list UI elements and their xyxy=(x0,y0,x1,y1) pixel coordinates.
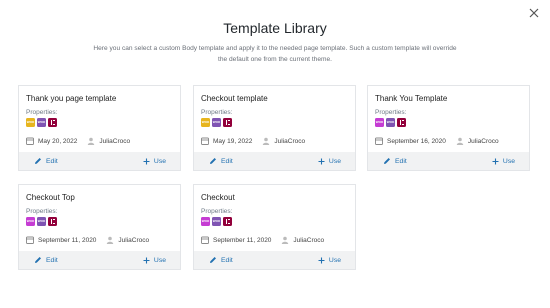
close-icon[interactable] xyxy=(528,7,540,19)
plus-icon xyxy=(318,158,325,164)
properties-label: Properties: xyxy=(26,109,58,116)
template-card: Thank You Template Properties: WOO WOO S… xyxy=(367,85,530,171)
calendar-icon xyxy=(201,137,209,145)
woo-badge-icon: WOO xyxy=(37,217,46,226)
template-author: JuliaCroco xyxy=(274,137,306,145)
woo-badge-icon: WOO xyxy=(201,118,210,127)
property-badges: WOO WOO xyxy=(201,217,232,226)
use-button[interactable]: Use xyxy=(318,158,341,165)
template-date: September 11, 2020 xyxy=(213,236,272,244)
edit-label: Edit xyxy=(221,157,233,165)
card-actions: Edit Use xyxy=(194,152,355,170)
calendar-icon xyxy=(201,236,209,244)
template-card: Checkout template Properties: WOO WOO Ma… xyxy=(193,85,356,171)
template-name: Checkout template xyxy=(201,94,268,103)
plus-icon xyxy=(318,257,325,263)
template-author: JuliaCroco xyxy=(467,137,499,145)
template-name: Checkout xyxy=(201,193,235,202)
template-name: Thank you page template xyxy=(26,94,117,103)
woo-badge-icon: WOO xyxy=(375,118,384,127)
property-badges: WOO WOO xyxy=(375,118,406,127)
user-icon xyxy=(456,137,464,145)
user-icon xyxy=(88,137,95,145)
property-badges: WOO WOO xyxy=(201,118,232,127)
woo-badge-icon: WOO xyxy=(212,217,221,226)
plus-icon xyxy=(492,158,499,164)
plus-icon xyxy=(143,158,150,164)
dialog-description: Here you can select a custom Body templa… xyxy=(93,45,457,63)
use-button[interactable]: Use xyxy=(318,257,341,264)
calendar-icon xyxy=(26,236,34,244)
elementor-badge-icon xyxy=(48,118,57,127)
calendar-icon xyxy=(375,137,383,145)
elementor-badge-icon xyxy=(48,217,57,226)
edit-label: Edit xyxy=(221,256,233,264)
user-icon xyxy=(263,137,270,145)
properties-label: Properties: xyxy=(375,109,407,116)
edit-button[interactable]: Edit xyxy=(34,256,58,264)
woo-badge-icon: WOO xyxy=(212,118,221,127)
calendar-icon xyxy=(26,137,34,145)
properties-label: Properties: xyxy=(201,208,233,215)
template-date: May 19, 2022 xyxy=(213,137,253,145)
template-date: September 11, 2020 xyxy=(38,236,97,244)
edit-button[interactable]: Edit xyxy=(209,157,233,165)
woo-badge-icon: WOO xyxy=(26,217,35,226)
pencil-icon xyxy=(35,257,41,263)
card-actions: Edit Use xyxy=(368,152,529,170)
use-button[interactable]: Use xyxy=(492,158,515,165)
use-label: Use xyxy=(153,256,166,264)
template-name: Checkout Top xyxy=(26,193,75,202)
template-author: JuliaCroco xyxy=(99,137,131,145)
properties-label: Properties: xyxy=(201,109,233,116)
template-author: JuliaCroco xyxy=(118,236,150,244)
edit-label: Edit xyxy=(395,157,407,165)
template-card: Checkout Top Properties: WOO WOO Septemb… xyxy=(18,184,181,270)
pencil-icon xyxy=(384,158,390,164)
woo-badge-icon: WOO xyxy=(201,217,210,226)
template-meta: May 19, 2022 JuliaCroco xyxy=(201,137,305,145)
edit-button[interactable]: Edit xyxy=(209,256,233,264)
dialog-title: Template Library xyxy=(223,20,327,36)
card-actions: Edit Use xyxy=(19,251,180,269)
use-label: Use xyxy=(153,157,166,165)
edit-button[interactable]: Edit xyxy=(383,157,407,165)
property-badges: WOO WOO xyxy=(26,217,57,226)
use-label: Use xyxy=(328,256,341,264)
user-icon xyxy=(282,236,289,244)
woo-badge-icon: WOO xyxy=(37,118,46,127)
template-author: JuliaCroco xyxy=(293,236,325,244)
properties-label: Properties: xyxy=(26,208,58,215)
use-button[interactable]: Use xyxy=(143,257,166,264)
elementor-badge-icon xyxy=(223,217,232,226)
card-actions: Edit Use xyxy=(194,251,355,269)
edit-button[interactable]: Edit xyxy=(34,157,58,165)
elementor-badge-icon xyxy=(397,118,406,127)
use-button[interactable]: Use xyxy=(143,158,166,165)
woo-badge-icon: WOO xyxy=(26,118,35,127)
edit-label: Edit xyxy=(46,157,58,165)
property-badges: WOO WOO xyxy=(26,118,57,127)
card-actions: Edit Use xyxy=(19,152,180,170)
elementor-badge-icon xyxy=(223,118,232,127)
edit-label: Edit xyxy=(46,256,58,264)
pencil-icon xyxy=(35,158,41,164)
user-icon xyxy=(107,236,114,244)
template-card: Thank you page template Properties: WOO … xyxy=(18,85,181,171)
use-label: Use xyxy=(328,157,341,165)
template-card: Checkout Properties: WOO WOO September 1… xyxy=(193,184,356,270)
template-meta: September 11, 2020 JuliaCroco xyxy=(201,236,324,244)
template-date: May 20, 2022 xyxy=(38,137,78,145)
template-date: September 16, 2020 xyxy=(387,137,446,145)
template-meta: May 20, 2022 JuliaCroco xyxy=(26,137,130,145)
plus-icon xyxy=(143,257,150,263)
woo-badge-icon: WOO xyxy=(386,118,395,127)
pencil-icon xyxy=(210,257,216,263)
template-name: Thank You Template xyxy=(375,94,448,103)
template-meta: September 11, 2020 JuliaCroco xyxy=(26,236,149,244)
template-meta: September 16, 2020 JuliaCroco xyxy=(375,137,499,145)
use-label: Use xyxy=(502,157,515,165)
pencil-icon xyxy=(210,158,216,164)
